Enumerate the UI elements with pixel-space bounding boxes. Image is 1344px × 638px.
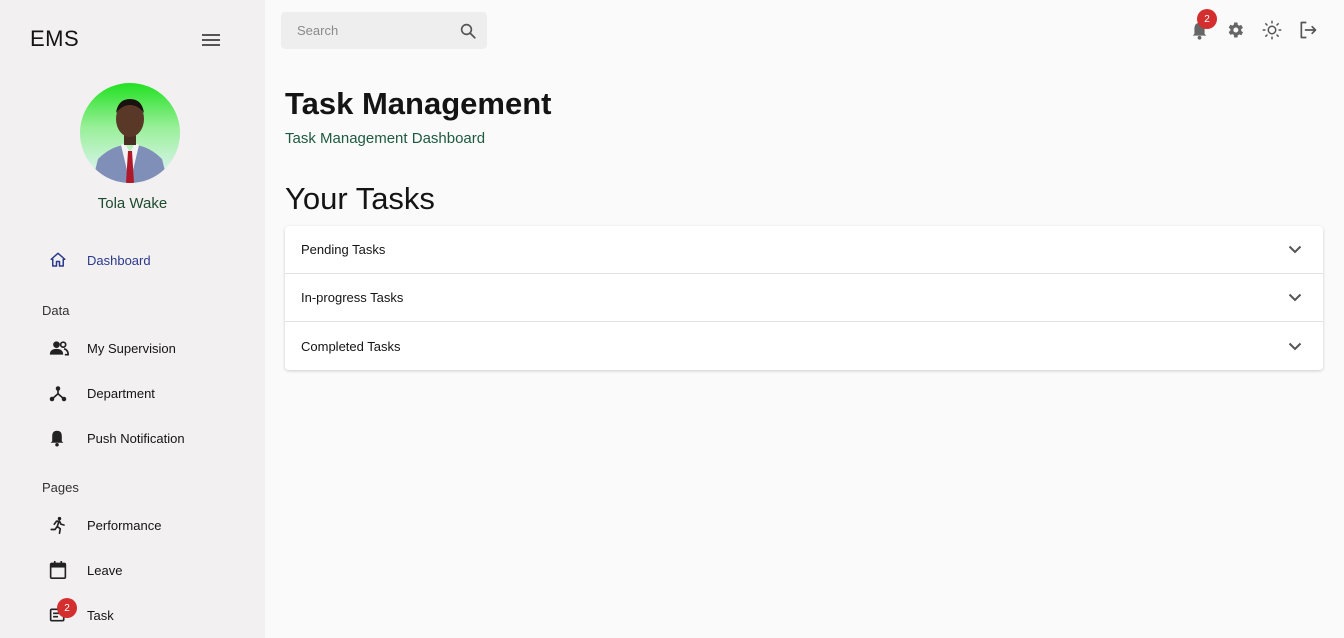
sidebar: EMS Tola Wake Dashboard Data My Supervis… — [0, 0, 265, 638]
theme-toggle-button[interactable] — [1260, 18, 1284, 42]
accordion-completed-tasks[interactable]: Completed Tasks — [285, 322, 1323, 370]
bell-icon — [40, 426, 78, 450]
section-label-pages: Pages — [42, 480, 79, 495]
sidebar-item-label: Performance — [87, 517, 162, 533]
notification-count-badge: 2 — [1197, 9, 1217, 29]
home-icon — [40, 248, 78, 272]
chevron-down-icon — [1283, 238, 1307, 262]
task-icon: 2 — [40, 598, 78, 627]
running-icon — [40, 513, 78, 537]
search-icon — [460, 23, 476, 39]
sidebar-item-dashboard[interactable]: Dashboard — [40, 242, 250, 278]
sidebar-item-label: Task — [87, 607, 114, 623]
hamburger-icon — [202, 34, 220, 46]
calendar-icon — [40, 558, 78, 582]
section-label-data: Data — [42, 303, 70, 318]
sidebar-item-leave[interactable]: Leave — [40, 552, 250, 588]
gear-icon — [1228, 22, 1243, 38]
page-title: Task Management — [285, 86, 552, 121]
people-icon — [40, 336, 78, 360]
user-name: Tola Wake — [97, 195, 168, 212]
avatar — [80, 83, 180, 183]
accordion-pending-tasks[interactable]: Pending Tasks — [285, 226, 1323, 274]
search-box — [281, 12, 487, 49]
logout-button[interactable] — [1296, 18, 1320, 42]
sidebar-item-label: Leave — [87, 562, 123, 578]
sidebar-item-my-supervision[interactable]: My Supervision — [40, 330, 250, 366]
sidebar-item-label: My Supervision — [87, 340, 176, 356]
settings-button[interactable] — [1223, 18, 1247, 42]
chevron-down-icon — [1283, 286, 1307, 310]
sidebar-item-label: Push Notification — [87, 430, 185, 446]
hub-icon — [40, 381, 78, 405]
sidebar-item-label: Dashboard — [87, 252, 151, 268]
search-input[interactable] — [281, 12, 451, 49]
chevron-down-icon — [1283, 334, 1307, 358]
search-button[interactable] — [457, 20, 479, 42]
accordion-label: Pending Tasks — [301, 242, 386, 257]
sidebar-item-department[interactable]: Department — [40, 375, 250, 411]
accordion-label: Completed Tasks — [301, 338, 401, 354]
sidebar-item-performance[interactable]: Performance — [40, 507, 250, 543]
sun-icon — [1262, 20, 1282, 40]
section-title: Your Tasks — [285, 181, 435, 216]
menu-toggle-button[interactable] — [198, 28, 224, 52]
notifications-button[interactable]: 2 — [1187, 9, 1217, 42]
brand-logo: EMS — [30, 26, 80, 51]
task-count-badge: 2 — [57, 598, 77, 618]
tasks-accordion: Pending Tasks In-progress Tasks Complete… — [285, 226, 1323, 370]
sidebar-item-task[interactable]: 2 Task — [40, 597, 250, 633]
accordion-label: In-progress Tasks — [301, 290, 404, 305]
accordion-in-progress-tasks[interactable]: In-progress Tasks — [285, 274, 1323, 322]
page-subtitle: Task Management Dashboard — [285, 130, 486, 147]
sidebar-item-push-notification[interactable]: Push Notification — [40, 420, 250, 456]
logout-icon — [1300, 21, 1317, 39]
sidebar-item-label: Department — [87, 385, 155, 401]
